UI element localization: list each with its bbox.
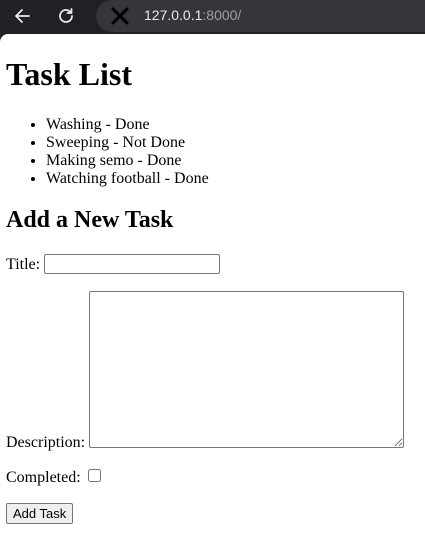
site-info-icon[interactable] — [110, 6, 130, 26]
form-heading: Add a New Task — [6, 207, 174, 233]
page-content: Task List Washing - Done Sweeping - Not … — [0, 34, 425, 535]
page-title: Task List — [6, 56, 132, 92]
description-label: Description: — [6, 434, 86, 451]
reload-button[interactable] — [54, 4, 78, 28]
completed-checkbox[interactable] — [88, 469, 101, 482]
browser-toolbar: 127.0.0.1:8000/ — [0, 0, 425, 34]
address-bar[interactable]: 127.0.0.1:8000/ — [96, 0, 425, 32]
completed-label: Completed: — [6, 469, 81, 486]
task-item: Making semo - Done — [46, 152, 209, 170]
task-item: Watching football - Done — [46, 170, 209, 188]
description-textarea[interactable] — [89, 291, 404, 448]
task-list: Washing - Done Sweeping - Not Done Makin… — [6, 116, 209, 188]
add-task-button[interactable]: Add Task — [6, 503, 74, 524]
reload-icon — [59, 8, 73, 23]
back-button[interactable] — [10, 4, 34, 28]
back-arrow-icon — [15, 9, 30, 23]
url-text: 127.0.0.1:8000/ — [144, 7, 242, 23]
title-label: Title: — [6, 256, 41, 273]
task-item: Washing - Done — [46, 116, 209, 134]
task-item: Sweeping - Not Done — [46, 134, 209, 152]
title-input[interactable] — [44, 254, 220, 274]
